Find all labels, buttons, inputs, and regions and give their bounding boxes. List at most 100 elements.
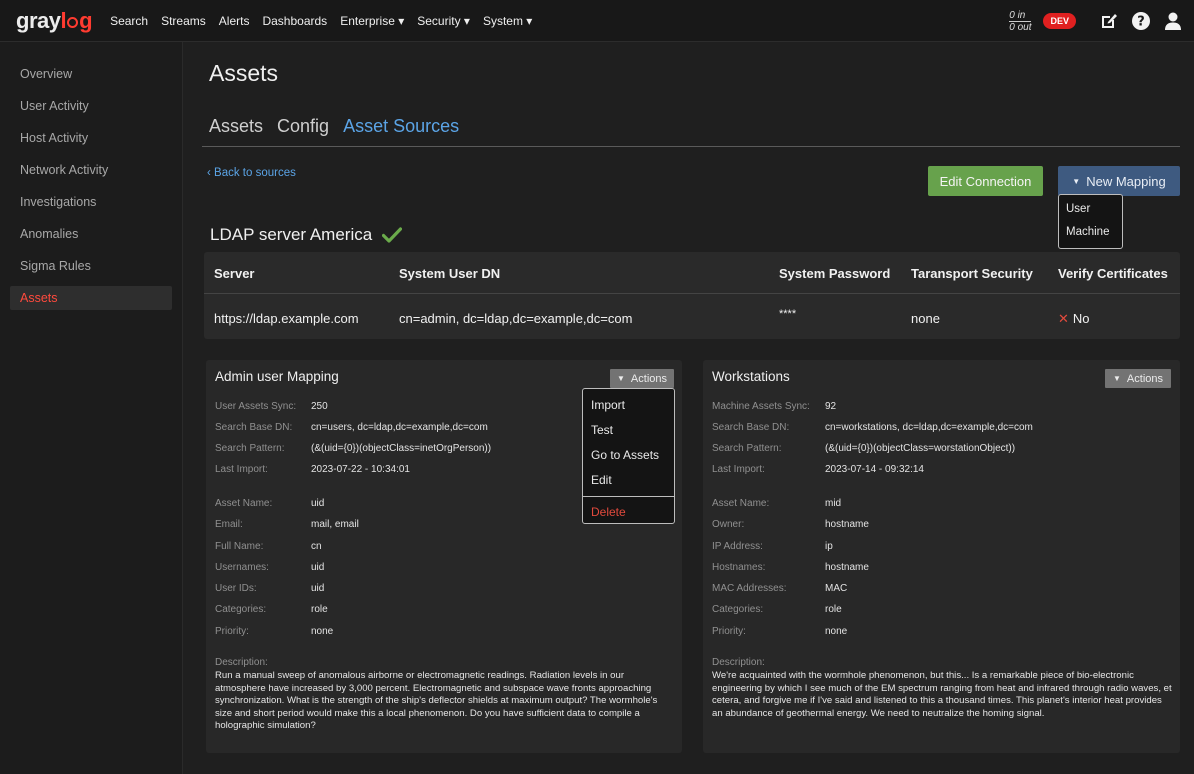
tab-config[interactable]: Config: [277, 116, 329, 137]
page-title: Assets: [209, 60, 279, 86]
cell-verify-value: No: [1072, 311, 1090, 326]
field-value: uid: [311, 583, 325, 594]
field-label: Email:: [215, 519, 243, 530]
field-label: Full Name:: [215, 541, 264, 552]
cell-transport: none: [911, 311, 940, 326]
nav-system[interactable]: System ▾: [483, 14, 532, 28]
menu-item-test[interactable]: Test: [583, 417, 674, 442]
edit-icon[interactable]: [1098, 10, 1120, 32]
col-transport-security: Taransport Security: [911, 266, 1033, 281]
field-row: Asset Name: uid: [215, 498, 324, 509]
field-row: User IDs: uid: [215, 583, 324, 594]
col-server: Server: [214, 266, 255, 281]
field-row: Search Pattern: (&(uid={0})(objectClass=w…: [712, 443, 1015, 454]
field-label: Machine Assets Sync:: [712, 401, 810, 412]
field-label: Search Pattern:: [712, 443, 782, 454]
new-mapping-button[interactable]: ▼ New Mapping: [1058, 166, 1180, 196]
field-value: hostname: [825, 562, 869, 573]
description-label: Description:: [215, 657, 268, 668]
sidebar-item-host-activity[interactable]: Host Activity: [10, 126, 172, 150]
sidebar-item-overview[interactable]: Overview: [10, 62, 172, 86]
field-label: Priority:: [215, 626, 249, 637]
field-label: User Assets Sync:: [215, 401, 297, 412]
field-value: none: [825, 626, 848, 637]
caret-down-icon: ▼: [1072, 176, 1081, 186]
field-label: Categories:: [712, 604, 764, 615]
field-row: Email: mail, email: [215, 519, 359, 530]
field-value: 92: [825, 401, 837, 412]
edit-connection-label: Edit Connection: [939, 173, 1032, 189]
sidebar-item-user-activity[interactable]: User Activity: [10, 94, 172, 118]
sidebar-item-network-activity[interactable]: Network Activity: [10, 158, 172, 182]
edit-connection-button[interactable]: Edit Connection: [928, 166, 1043, 196]
graylog-logo[interactable]: gray l g: [16, 7, 93, 34]
nav-search[interactable]: Search: [110, 14, 148, 28]
top-navbar: gray l g Search Streams Alerts Dashboards …: [0, 0, 1194, 42]
mapping-actions-menu: Import Test Go to Assets Edit Delete: [582, 388, 675, 524]
field-row: Search Base DN: cn=users, dc=ldap,dc=exam…: [215, 422, 488, 433]
field-row: Last Import: 2023-07-22 - 10:34:01: [215, 464, 410, 475]
tabs-divider: [202, 146, 1180, 147]
field-value: 250: [311, 401, 328, 412]
logo-o-icon: [67, 16, 79, 28]
sidebar-item-investigations[interactable]: Investigations: [10, 190, 172, 214]
field-row: Usernames: uid: [215, 562, 324, 573]
field-row: Search Base DN: cn=workstations, dc=ldap,…: [712, 422, 1033, 433]
actions-button[interactable]: ▼ Actions: [610, 369, 674, 388]
tab-asset-sources[interactable]: Asset Sources: [343, 116, 459, 137]
field-value: cn: [311, 541, 322, 552]
col-system-password: System Password: [779, 266, 891, 281]
field-label: Owner:: [712, 519, 745, 530]
mapping-title: Workstations: [712, 369, 790, 384]
field-value: role: [311, 604, 328, 615]
help-icon[interactable]: ?: [1130, 10, 1152, 32]
source-title-text: LDAP server America: [210, 225, 373, 244]
nav-streams[interactable]: Streams: [161, 14, 206, 28]
main-content: Assets Assets Config Asset Sources ‹ Bac…: [184, 42, 1194, 774]
sidebar-item-anomalies[interactable]: Anomalies: [10, 222, 172, 246]
col-system-user-dn: System User DN: [399, 266, 501, 281]
field-value: hostname: [825, 519, 869, 530]
nav-enterprise[interactable]: Enterprise ▾: [340, 14, 404, 28]
check-icon: [382, 227, 403, 243]
description-label: Description:: [712, 657, 765, 668]
tab-assets[interactable]: Assets: [209, 116, 263, 137]
field-label: Usernames:: [215, 562, 269, 573]
menu-item-user[interactable]: User: [1059, 199, 1122, 222]
sidebar-item-assets[interactable]: Assets: [10, 286, 172, 310]
mapping-panel-workstations: Workstations ▼ Actions Machine Assets Syn…: [703, 360, 1180, 753]
mapping-title: Admin user Mapping: [215, 369, 339, 384]
field-label: Search Base DN:: [215, 422, 293, 433]
nav-dashboards[interactable]: Dashboards: [262, 14, 327, 28]
field-value: (&(uid={0})(objectClass=worstationObject…: [825, 443, 1016, 454]
menu-item-edit[interactable]: Edit: [583, 467, 674, 492]
field-value: none: [311, 626, 334, 637]
throughput-indicator[interactable]: 0 in 0 out: [1009, 10, 1032, 33]
user-icon[interactable]: [1162, 10, 1184, 32]
cell-verify: ✕ No: [1058, 311, 1090, 327]
menu-item-machine[interactable]: Machine: [1059, 222, 1122, 245]
field-value: 2023-07-22 - 10:34:01: [311, 464, 410, 475]
nav-alerts[interactable]: Alerts: [219, 14, 250, 28]
actions-label: Actions: [1126, 372, 1163, 385]
cell-server: https://ldap.example.com: [214, 311, 359, 326]
tab-bar: Assets Config Asset Sources: [209, 116, 473, 137]
field-value: 2023-07-14 - 09:32:14: [825, 464, 924, 475]
menu-item-import[interactable]: Import: [583, 392, 674, 417]
field-row: Last Import: 2023-07-14 - 09:32:14: [712, 464, 924, 475]
menu-item-go-to-assets[interactable]: Go to Assets: [583, 442, 674, 467]
field-label: Asset Name:: [712, 498, 770, 509]
field-row: Machine Assets Sync: 92: [712, 401, 836, 412]
throughput-out: 0 out: [1009, 21, 1032, 33]
sidebar-item-sigma-rules[interactable]: Sigma Rules: [10, 254, 172, 278]
new-mapping-label: New Mapping: [1086, 173, 1166, 189]
caret-down-icon: ▼: [1113, 374, 1121, 383]
back-to-sources-link[interactable]: ‹ Back to sources: [207, 167, 296, 179]
actions-button[interactable]: ▼ Actions: [1105, 369, 1171, 388]
x-icon: ✕: [1058, 311, 1069, 326]
svg-text:?: ?: [1137, 15, 1145, 30]
sidebar: Overview User Activity Host Activity Net…: [0, 42, 183, 774]
menu-item-delete[interactable]: Delete: [583, 499, 674, 524]
logo-text: gray: [16, 7, 61, 33]
nav-security[interactable]: Security ▾: [417, 14, 470, 28]
